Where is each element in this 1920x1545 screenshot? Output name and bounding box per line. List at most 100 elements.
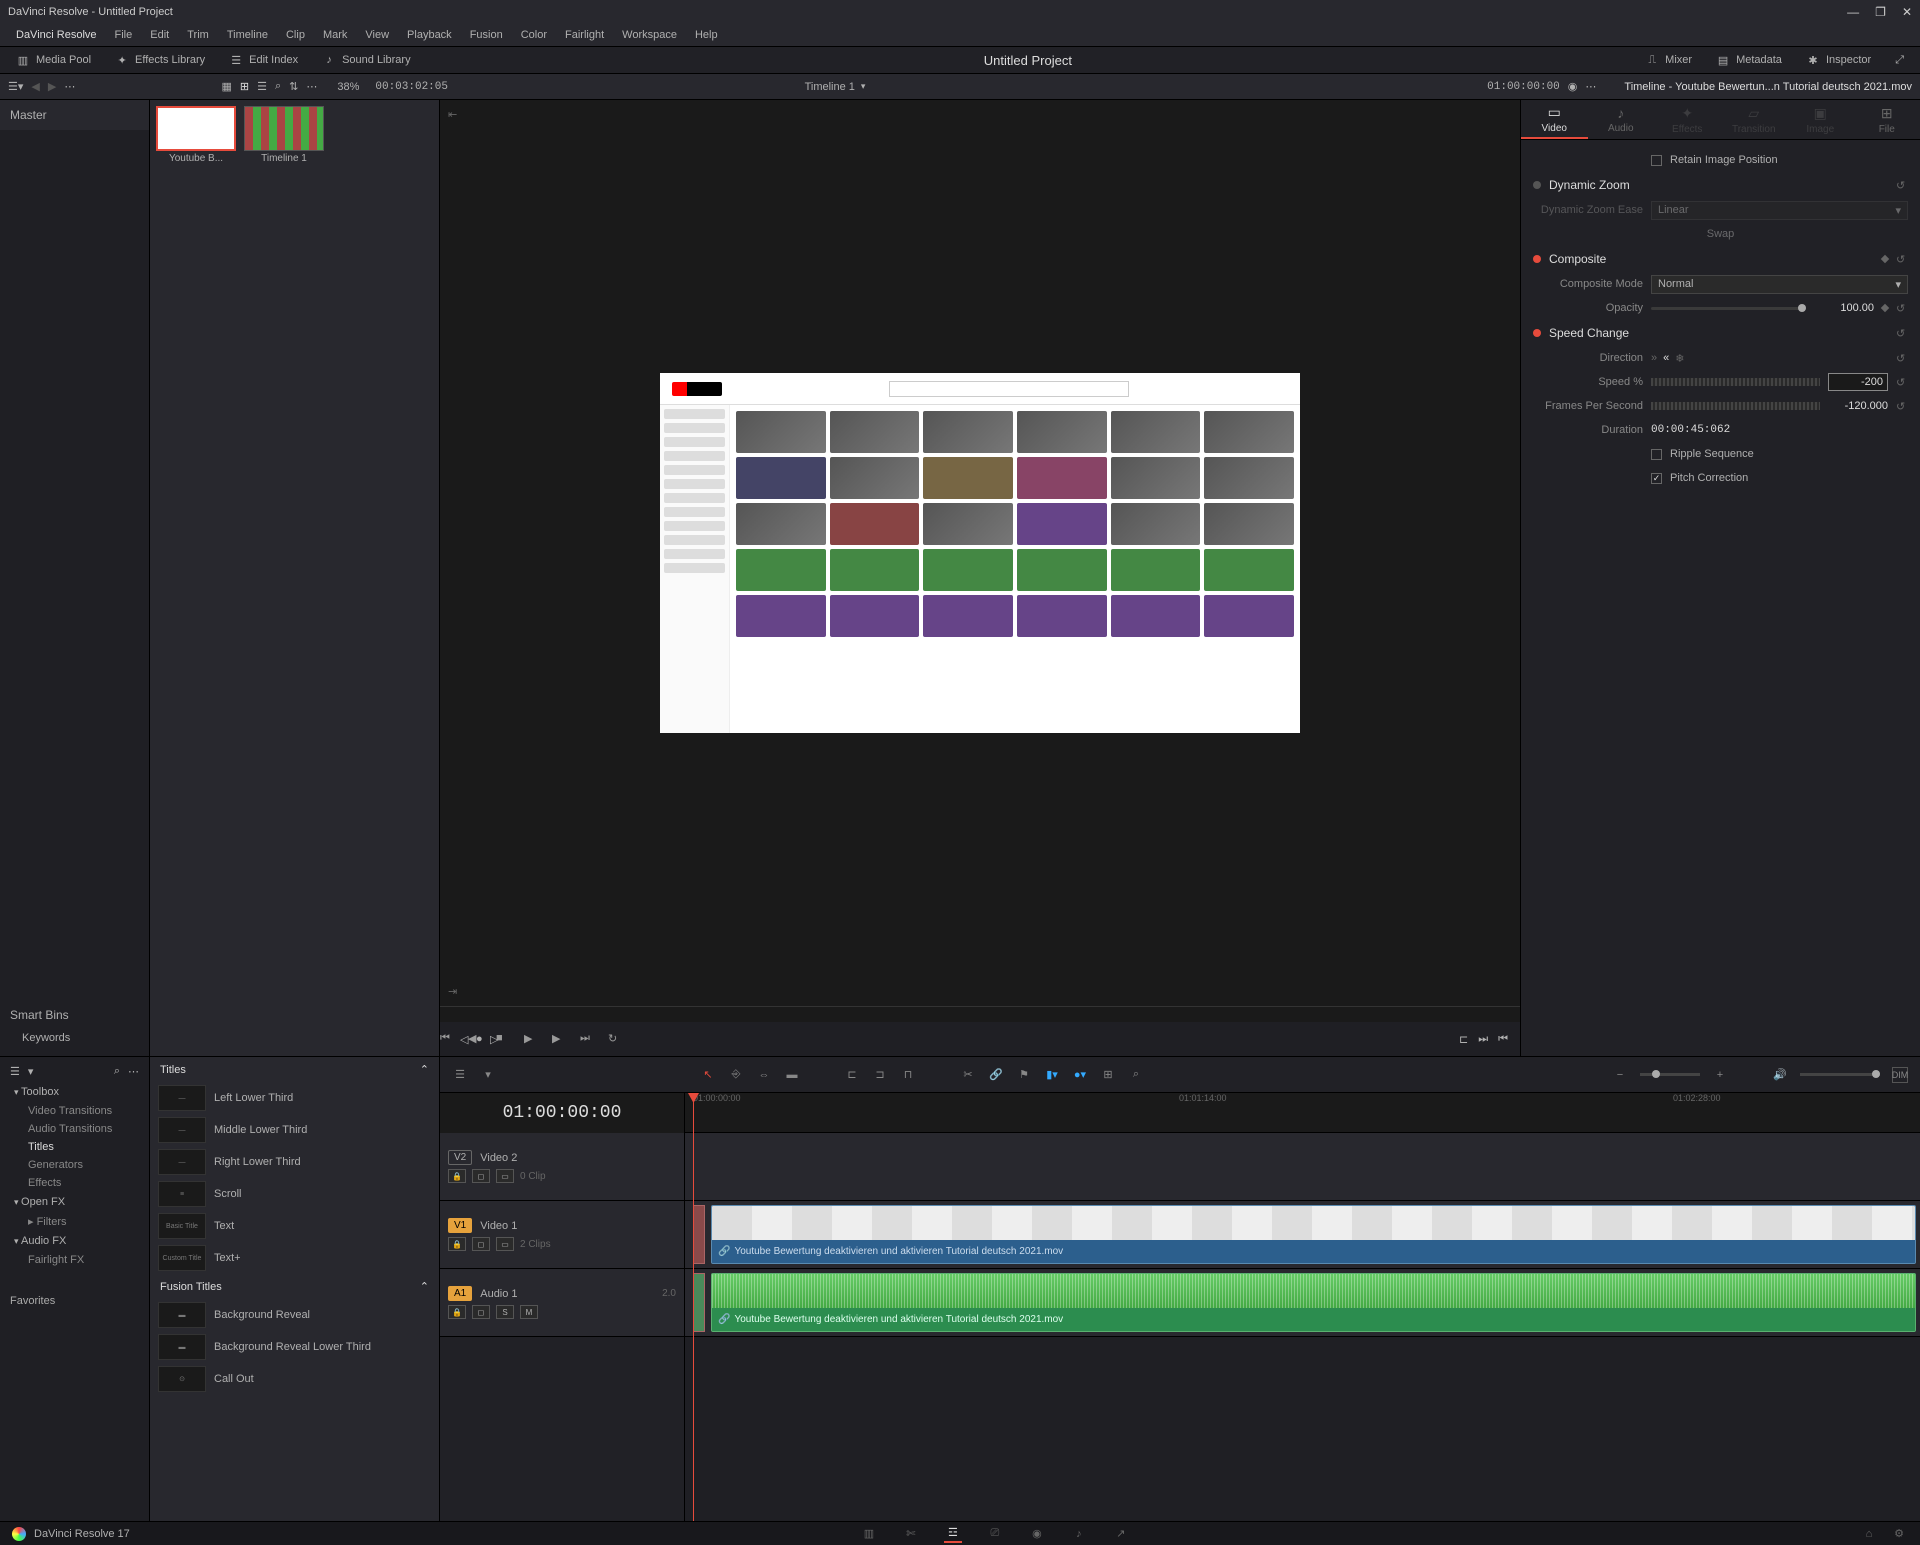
video-clip[interactable]: 🔗Youtube Bewertung deaktivieren und akti…	[711, 1205, 1916, 1264]
timecode-mode-icon[interactable]: ◉	[1568, 80, 1578, 93]
track-v1[interactable]: 🔗Youtube Bewertung deaktivieren und akti…	[685, 1201, 1920, 1269]
zoom-tool[interactable]: ⌕	[1128, 1067, 1144, 1083]
go-start-button[interactable]: ⏮	[440, 1032, 454, 1046]
inspector-tab-file[interactable]: ⊞File	[1854, 100, 1920, 139]
blade-tool[interactable]: ▬	[784, 1067, 800, 1083]
timeline-viewer[interactable]: ⇤ ⇥	[440, 100, 1520, 1006]
lock-icon[interactable]: 🔒	[448, 1169, 466, 1183]
title-item[interactable]: ⊙Call Out	[150, 1363, 439, 1395]
nav-fwd-icon[interactable]: ▶	[48, 80, 56, 93]
keyframe-icon[interactable]	[1881, 304, 1889, 312]
marker-dot-icon[interactable]: ●	[476, 1033, 483, 1045]
go-in-icon[interactable]: ⏭	[1478, 1033, 1488, 1046]
smart-bin-keywords[interactable]: Keywords	[10, 1028, 139, 1048]
overwrite-tool[interactable]: ⊐	[872, 1067, 888, 1083]
fx-sub-effects[interactable]: Effects	[0, 1174, 149, 1192]
duration-value[interactable]: 00:00:45:062	[1651, 424, 1730, 436]
viewer-options-icon[interactable]: ⋯	[1585, 80, 1596, 93]
next-edit-icon[interactable]: ▷	[490, 1033, 498, 1046]
timeline-ruler[interactable]: 01:00:00:00 01:01:14:00 01:02:28:00	[685, 1093, 1920, 1133]
expand-button[interactable]: ⤢	[1887, 51, 1912, 69]
inspector-toggle[interactable]: ✱ Inspector	[1798, 51, 1879, 69]
swap-button[interactable]: Swap	[1707, 228, 1735, 240]
razor-tool[interactable]: ✂	[960, 1067, 976, 1083]
trim-tool[interactable]: ⎆	[728, 1067, 744, 1083]
clip-item[interactable]: Timeline 1	[244, 106, 324, 164]
prev-edit-icon[interactable]: ◁	[460, 1033, 468, 1046]
fx-sub-fairlight[interactable]: Fairlight FX	[0, 1251, 149, 1269]
volume-icon[interactable]: 🔊	[1772, 1067, 1788, 1083]
inspector-tab-video[interactable]: ▭Video	[1521, 100, 1588, 139]
options-icon[interactable]: ⋯	[306, 80, 317, 93]
page-media[interactable]: ▥	[860, 1525, 878, 1543]
opacity-value[interactable]: 100.00	[1814, 302, 1874, 314]
zoom-out-icon[interactable]: −	[1612, 1067, 1628, 1083]
section-toggle-icon[interactable]	[1533, 329, 1541, 337]
flag-tool[interactable]: ⚑	[1016, 1067, 1032, 1083]
jump-first-icon[interactable]: ⇤	[448, 108, 457, 121]
track-a1[interactable]: 🔗Youtube Bewertung deaktivieren und akti…	[685, 1269, 1920, 1337]
maximize-button[interactable]: ❐	[1875, 5, 1886, 19]
menu-workspace[interactable]: Workspace	[614, 27, 685, 43]
reset-icon[interactable]: ↺	[1896, 253, 1908, 265]
minimize-button[interactable]: —	[1847, 5, 1859, 19]
track-header-v2[interactable]: V2Video 2 🔒 ◻ ▭ 0 Clip	[440, 1133, 684, 1201]
fps-value[interactable]: -120.000	[1828, 400, 1888, 412]
dynamic-zoom-section[interactable]: Dynamic Zoom ↺	[1533, 172, 1908, 198]
timeline-tracks-area[interactable]: 01:00:00:00 01:01:14:00 01:02:28:00 🔗You…	[685, 1093, 1920, 1521]
mixer-toggle[interactable]: ⎍ Mixer	[1637, 51, 1700, 69]
disable-icon[interactable]: ▭	[496, 1169, 514, 1183]
menu-view[interactable]: View	[357, 27, 397, 43]
effects-library-toggle[interactable]: ✦ Effects Library	[107, 51, 213, 69]
dynamic-trim-tool[interactable]: ⇔	[756, 1067, 772, 1083]
chevron-down-icon[interactable]: ▾	[861, 81, 866, 92]
pitch-checkbox[interactable]	[1651, 473, 1662, 484]
playhead[interactable]	[693, 1093, 694, 1521]
keyframe-icon[interactable]	[1881, 255, 1889, 263]
metadata-toggle[interactable]: ▤ Metadata	[1708, 51, 1790, 69]
auto-select-icon[interactable]: ◻	[472, 1237, 490, 1251]
arm-icon[interactable]: ◻	[472, 1305, 490, 1319]
disable-icon[interactable]: ▭	[496, 1237, 514, 1251]
fps-slider[interactable]	[1651, 402, 1820, 410]
go-out-icon[interactable]: ⏮	[1498, 1033, 1508, 1046]
ripple-checkbox[interactable]	[1651, 449, 1662, 460]
collapse-icon[interactable]: ⌃	[420, 1063, 429, 1076]
timeline-timecode[interactable]: 01:00:00:00	[440, 1093, 684, 1133]
lock-icon[interactable]: 🔒	[448, 1305, 466, 1319]
menu-playback[interactable]: Playback	[399, 27, 460, 43]
view-thumb-icon[interactable]: ⊞	[240, 80, 249, 93]
solo-button[interactable]: S	[496, 1305, 514, 1319]
loop-button[interactable]: ↻	[608, 1032, 622, 1046]
go-end-button[interactable]: ⏭	[580, 1032, 594, 1046]
sort-icon[interactable]: ⇅	[289, 80, 298, 93]
media-pool-toggle[interactable]: ▥ Media Pool	[8, 51, 99, 69]
title-item[interactable]: ▬Background Reveal Lower Third	[150, 1331, 439, 1363]
page-edit[interactable]: ☲	[944, 1525, 962, 1543]
fx-cat-audiofx[interactable]: Audio FX	[0, 1231, 149, 1251]
home-icon[interactable]: ⌂	[1860, 1525, 1878, 1543]
menu-clip[interactable]: Clip	[278, 27, 313, 43]
track-v2[interactable]	[685, 1133, 1920, 1201]
reset-icon[interactable]: ↺	[1896, 376, 1908, 388]
menu-trim[interactable]: Trim	[179, 27, 217, 43]
page-cut[interactable]: ✄	[902, 1525, 920, 1543]
fx-sub-audio-transitions[interactable]: Audio Transitions	[0, 1120, 149, 1138]
fx-options-icon[interactable]: ⋯	[128, 1065, 139, 1078]
more-icon[interactable]: ⋯	[64, 80, 75, 93]
link-tool[interactable]: 🔗	[988, 1067, 1004, 1083]
mute-button[interactable]: M	[520, 1305, 538, 1319]
page-fairlight[interactable]: ♪	[1070, 1525, 1088, 1543]
menu-help[interactable]: Help	[687, 27, 726, 43]
reset-icon[interactable]: ↺	[1896, 302, 1908, 314]
audio-clip-small[interactable]	[693, 1273, 705, 1332]
composite-section[interactable]: Composite ↺	[1533, 246, 1908, 272]
clip-item[interactable]: Youtube B...	[156, 106, 236, 164]
view-grid-icon[interactable]: ▦	[221, 80, 231, 93]
nav-back-icon[interactable]: ◀	[31, 80, 39, 93]
smart-bins-header[interactable]: Smart Bins	[10, 1008, 139, 1022]
timeline-name[interactable]: Timeline 1	[805, 81, 855, 93]
inspector-tab-image[interactable]: ▣Image	[1787, 100, 1854, 139]
menu-color[interactable]: Color	[513, 27, 555, 43]
reset-icon[interactable]: ↺	[1896, 352, 1908, 364]
